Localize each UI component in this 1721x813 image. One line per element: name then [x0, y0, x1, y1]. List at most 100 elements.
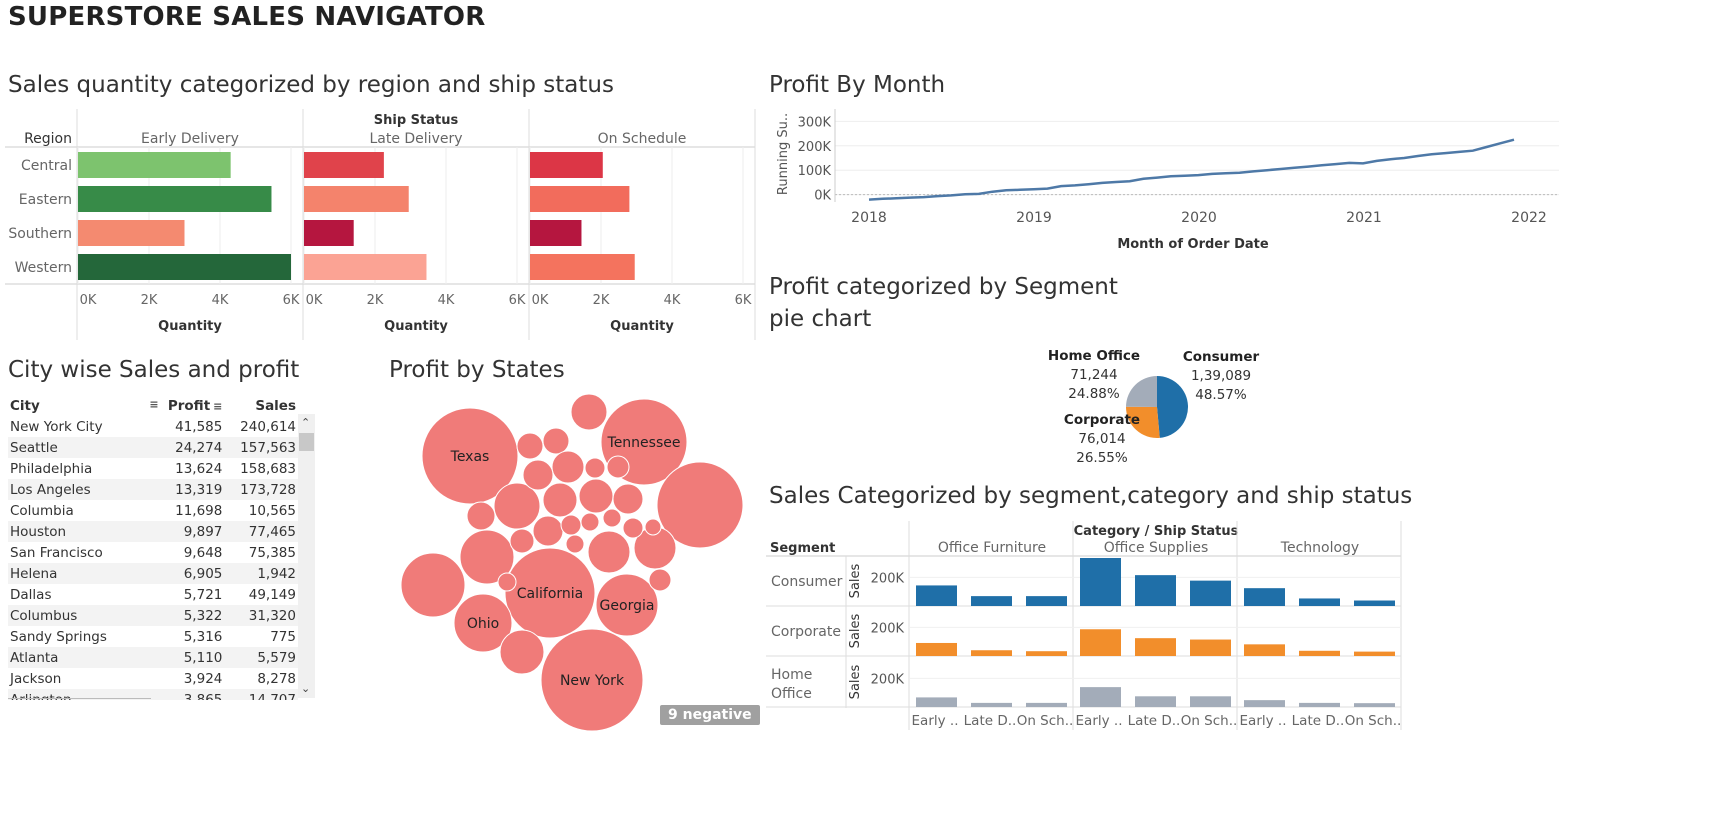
- city-table-scrollbar[interactable]: ⌃ ⌄: [298, 414, 315, 698]
- table-row[interactable]: Dallas 5,721 49,149: [8, 584, 298, 605]
- pie-label-name: Home Office: [1048, 348, 1140, 364]
- bar: [1026, 651, 1067, 656]
- pie-label-percent: 24.88%: [1068, 386, 1120, 402]
- city-cell: Houston: [8, 521, 161, 542]
- sort-icon[interactable]: ≡: [149, 398, 158, 411]
- bar: [1190, 580, 1231, 606]
- pie-label-percent: 26.55%: [1076, 450, 1128, 466]
- tick-label: 2K: [367, 293, 384, 308]
- pie-label-value: 1,39,089: [1191, 368, 1251, 384]
- bar: [1244, 644, 1285, 656]
- y-tick-label: 300K: [798, 115, 832, 130]
- table-row[interactable]: Houston 9,897 77,465: [8, 521, 298, 542]
- city-cell: San Francisco: [8, 542, 161, 563]
- sales-cell: 157,563: [224, 437, 298, 458]
- state-bubble: [400, 552, 466, 618]
- state-label: California: [517, 586, 583, 602]
- ship-status-label: Late Delivery: [369, 131, 462, 147]
- state-label: Texas: [450, 449, 490, 465]
- table-row[interactable]: Helena 6,905 1,942: [8, 563, 298, 584]
- sort-icon[interactable]: ≡: [213, 400, 222, 413]
- pie-slice-home-office: [1126, 376, 1157, 407]
- ship-status-header: Ship Status: [374, 113, 459, 128]
- pie-label-value: 76,014: [1078, 431, 1125, 447]
- table-row[interactable]: Columbus 5,322 31,320: [8, 605, 298, 626]
- x-axis-title: Month of Order Date: [1117, 237, 1269, 252]
- bar-western: [304, 254, 427, 280]
- table-row[interactable]: Seattle 24,274 157,563: [8, 437, 298, 458]
- ship-label: Early ..: [1240, 713, 1287, 729]
- scroll-down-icon[interactable]: ⌄: [301, 682, 310, 695]
- sales-cell: 49,149: [224, 584, 298, 605]
- y-tick-label: 200K: [871, 672, 905, 687]
- profit-cell: 3,924: [160, 668, 225, 689]
- state-bubble: [580, 512, 600, 532]
- tick-label: 6K: [283, 293, 300, 308]
- table-row[interactable]: Los Angeles 13,319 173,728: [8, 479, 298, 500]
- table-row[interactable]: New York City 41,585 240,614: [8, 416, 298, 437]
- sales-cell: 775: [224, 626, 298, 647]
- bar-southern: [530, 220, 582, 246]
- city-cell: Atlanta: [8, 647, 161, 668]
- sales-cell: 10,565: [224, 500, 298, 521]
- profit-cell: 6,905: [160, 563, 225, 584]
- profit-cell: 24,274: [160, 437, 225, 458]
- state-bubble: [648, 568, 672, 592]
- table-row[interactable]: San Francisco 9,648 75,385: [8, 542, 298, 563]
- bar: [1080, 558, 1121, 606]
- city-table-container[interactable]: City ≡ Profit ≡ Sales New York City 41,585 2…: [8, 395, 316, 700]
- bar-eastern: [304, 186, 409, 212]
- city-header[interactable]: City ≡: [8, 395, 161, 416]
- segment-label: Home: [771, 667, 812, 683]
- region-label: Southern: [8, 226, 72, 242]
- segment-pie-chart: Consumer 1,39,089 48.57% Corporate 76,014 26.…: [1048, 348, 1260, 466]
- bar: [1299, 650, 1340, 656]
- segment-label: Office: [771, 686, 812, 702]
- bar: [1244, 588, 1285, 606]
- y-tick-label: 100K: [798, 164, 832, 179]
- table-row[interactable]: Columbia 11,698 10,565: [8, 500, 298, 521]
- state-bubble: [466, 501, 496, 531]
- profit-cell: 9,648: [160, 542, 225, 563]
- bar: [916, 697, 957, 707]
- ship-label: Early ..: [1076, 713, 1123, 729]
- scrollbar-thumb[interactable]: [299, 433, 314, 451]
- bar: [1080, 687, 1121, 707]
- y-tick-label: 0K: [814, 189, 831, 204]
- table-row[interactable]: Jackson 3,924 8,278: [8, 668, 298, 689]
- bar-central: [304, 152, 384, 178]
- bar: [916, 585, 957, 606]
- bar: [1299, 702, 1340, 707]
- state-bubble: [522, 459, 554, 491]
- region-header: Region: [24, 131, 72, 147]
- segment-category-title: Sales Categorized by segment,category an…: [769, 483, 1413, 509]
- profit-cell: 5,322: [160, 605, 225, 626]
- segment-label: Corporate: [771, 624, 841, 640]
- city-cell: Seattle: [8, 437, 161, 458]
- state-label: New York: [560, 673, 625, 689]
- state-bubble: [602, 508, 622, 528]
- table-row[interactable]: Philadelphia 13,624 158,683: [8, 458, 298, 479]
- profit-cell: 9,897: [160, 521, 225, 542]
- ship-label: On Sch..: [1181, 713, 1238, 729]
- bar: [1026, 596, 1067, 606]
- ship-label: Early ..: [912, 713, 959, 729]
- y-tick-label: 200K: [798, 140, 832, 155]
- profit-header[interactable]: Profit ≡: [161, 395, 225, 416]
- bar: [916, 642, 957, 656]
- pie-label-name: Corporate: [1064, 412, 1140, 428]
- state-bubble: [542, 427, 570, 455]
- table-row[interactable]: Atlanta 5,110 5,579: [8, 647, 298, 668]
- scroll-up-icon[interactable]: ⌃: [301, 416, 310, 429]
- negative-badge[interactable]: 9 negative: [660, 705, 760, 725]
- bar-central: [78, 152, 231, 178]
- table-row[interactable]: Sandy Springs 5,316 775: [8, 626, 298, 647]
- sales-header[interactable]: Sales: [224, 395, 298, 416]
- bar: [1080, 629, 1121, 656]
- profit-cell: 5,316: [160, 626, 225, 647]
- profit-cell: 13,319: [160, 479, 225, 500]
- sales-cell: 5,579: [224, 647, 298, 668]
- city-cell: Sandy Springs: [8, 626, 161, 647]
- bar: [1354, 651, 1395, 656]
- sales-cell: 173,728: [224, 479, 298, 500]
